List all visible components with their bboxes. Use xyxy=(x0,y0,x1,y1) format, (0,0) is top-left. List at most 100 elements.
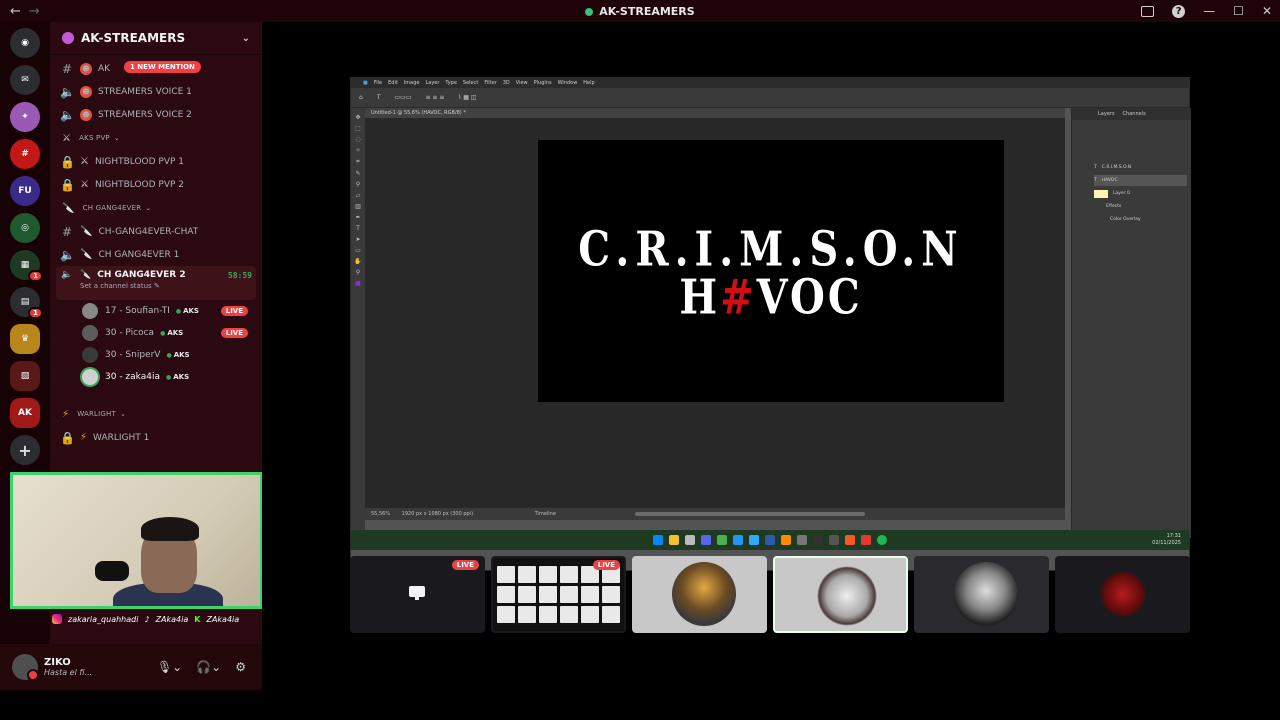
lock-icon: 🔒 xyxy=(60,154,75,169)
microphone-icon xyxy=(95,561,129,581)
discord-home-icon[interactable]: ◉ xyxy=(10,28,40,58)
category-aks-pvp[interactable]: ⚔ AKS PVP ⌄ xyxy=(56,126,256,150)
channel-status[interactable]: Set a channel status ✎ xyxy=(80,282,252,290)
new-mention-badge[interactable]: 1 NEW MENTION xyxy=(124,61,201,73)
server-dot-icon xyxy=(585,7,594,16)
logo-line-2: H#VOC xyxy=(538,269,1004,325)
back-arrow-icon[interactable]: ← xyxy=(10,4,21,19)
color-swatch-icon: ■ xyxy=(355,280,361,287)
voice-user[interactable]: 30 - Picoca AKS LIVE xyxy=(56,322,256,344)
ps-menubar: ■ File Edit Image Layer Type Select Filt… xyxy=(351,78,1189,88)
hand-tool-icon: ✋ xyxy=(354,258,362,265)
thumb-cell xyxy=(497,566,515,583)
ps-menu-item: 3D xyxy=(502,80,510,86)
server-icon-ch[interactable]: # xyxy=(10,139,40,169)
active-voice-channel[interactable]: 🔈 🔪 CH GANG4EVER 2 58:59 Set a channel s… xyxy=(56,266,256,300)
text-tool-icon: T xyxy=(356,225,360,232)
server-icon-fucl[interactable]: FU xyxy=(10,176,40,206)
direct-messages-icon[interactable]: ✉ xyxy=(10,65,40,95)
voice-channel-nightblood-1[interactable]: 🔒 ⚔ NIGHTBLOOD PVP 1 xyxy=(56,150,256,173)
ps-logo-icon: ■ xyxy=(363,80,368,86)
participant-tile[interactable] xyxy=(632,556,767,633)
avatar xyxy=(1100,571,1146,617)
channel-status-text: Set a channel status xyxy=(80,282,152,290)
user-custom-status: Hasta el fi... xyxy=(44,668,93,677)
thumb-cell xyxy=(560,586,578,603)
ps-canvas: C.R.I.M.S.O.N H#VOC xyxy=(538,140,1004,402)
microphone-icon[interactable]: 🎙⌄ xyxy=(157,660,182,674)
forward-arrow-icon[interactable]: → xyxy=(29,4,40,19)
server-icon-purple[interactable]: ✦ xyxy=(10,102,40,132)
thumb-cell xyxy=(518,606,536,623)
server-icon-folder-3[interactable]: ▧ xyxy=(10,361,40,391)
voice-user[interactable]: 30 - zaka4ia AKS xyxy=(56,366,256,388)
ps-zoom-level: 55,56% xyxy=(371,511,391,517)
avatar[interactable] xyxy=(12,654,39,681)
server-icon-folder[interactable]: ▦ 1 xyxy=(10,250,43,282)
ps-layer: Layer 0 xyxy=(1094,188,1187,199)
ps-layer-name: C.R.I.M.S.O.N xyxy=(1101,165,1132,170)
headphones-icon[interactable]: 🎧⌄ xyxy=(196,660,221,674)
voice-user[interactable]: 17 - Soufian-TI AKS LIVE xyxy=(56,300,256,322)
user-tag: AKS xyxy=(176,307,199,315)
ps-doc-info: 1920 px x 1080 px (300 ppi) xyxy=(401,511,474,517)
user-name: 30 - Picoca xyxy=(105,328,155,338)
server-icon-green[interactable]: ◎ xyxy=(10,213,40,243)
server-icon-gold[interactable]: ♛ xyxy=(10,324,40,354)
voice-channel-nightblood-2[interactable]: 🔒 ⚔ NIGHTBLOOD PVP 2 xyxy=(56,173,256,196)
ps-menu-item: Help xyxy=(583,80,595,86)
voice-channel-gang-1[interactable]: 🔈 🔪 CH GANG4EVER 1 xyxy=(56,243,256,266)
clock-date: 02/11/2025 xyxy=(1152,540,1181,546)
voice-channel-warlight-1[interactable]: 🔒 ⚡ WARLIGHT 1 xyxy=(56,426,256,449)
knife-icon: 🔪 xyxy=(80,249,93,260)
participant-tile[interactable] xyxy=(1055,556,1190,633)
server-icon-ak[interactable]: AK xyxy=(10,398,40,428)
knife-icon: 🔪 xyxy=(80,226,93,237)
knife-icon: 🔪 xyxy=(62,202,75,214)
lock-icon: 🔒 xyxy=(60,430,75,445)
voice-user[interactable]: 30 - SniperV AKS xyxy=(56,344,256,366)
voice-channel-streamers-1[interactable]: 🔈 ☻ STREAMERS VOICE 1 xyxy=(56,80,256,103)
participant-tile[interactable]: LIVE xyxy=(350,556,485,633)
emoji-icon: ☻ xyxy=(80,108,92,121)
thumb-cell xyxy=(539,566,557,583)
text-channel-gang-chat[interactable]: # 🔪 CH-GANG4EVER-CHAT xyxy=(56,220,256,243)
avatar xyxy=(82,303,98,319)
category-warlight[interactable]: ⚡ WARLIGHT ⌄ xyxy=(56,402,256,426)
ps-menu-item: Window xyxy=(557,80,578,86)
brush-tool-icon: ✎ xyxy=(355,170,361,177)
chevron-down-icon[interactable]: ⌄ xyxy=(242,33,250,44)
voice-channel-streamers-2[interactable]: 🔈 ☻ STREAMERS VOICE 2 xyxy=(56,103,256,126)
inbox-icon[interactable] xyxy=(1141,5,1155,17)
thumb-cell xyxy=(602,606,620,623)
help-icon[interactable]: ? xyxy=(1172,4,1186,18)
participant-tile[interactable] xyxy=(914,556,1049,633)
layer-thumbnail xyxy=(1094,189,1108,198)
marquee-tool-icon: ⬚ xyxy=(355,125,361,132)
server-icon-folder-2[interactable]: ▤ 1 xyxy=(10,287,43,319)
category-ch-gang4ever[interactable]: 🔪 CH GANG4EVER ⌄ xyxy=(56,196,256,220)
ps-status-bar: 55,56% 1920 px x 1080 px (300 ppi) Timel… xyxy=(365,508,1065,520)
ps-menu-item: View xyxy=(515,80,528,86)
notification-badge: 1 xyxy=(28,270,43,282)
minimize-icon[interactable]: — xyxy=(1203,4,1215,18)
speaker-icon: 🔈 xyxy=(61,270,73,280)
server-header[interactable]: AK-STREAMERS ⌄ xyxy=(50,22,262,55)
participant-tile-selected[interactable] xyxy=(773,556,908,633)
app-icon xyxy=(861,535,871,545)
ps-menu-item: Select xyxy=(462,80,479,86)
close-icon[interactable]: ✕ xyxy=(1262,4,1272,18)
ps-layer-name: HAVOC xyxy=(1101,178,1118,183)
avatar xyxy=(82,325,98,341)
speaker-icon: 🔈 xyxy=(60,84,75,99)
knife-icon: 🔪 xyxy=(80,270,92,280)
participant-tile[interactable]: LIVE xyxy=(491,556,626,633)
add-server-icon[interactable]: + xyxy=(10,435,40,465)
gear-icon[interactable]: ⚙ xyxy=(235,660,246,674)
ps-layer-name: Color Overlay xyxy=(1110,217,1141,222)
store-icon xyxy=(685,535,695,545)
maximize-icon[interactable]: ☐ xyxy=(1233,4,1244,18)
brave-icon xyxy=(845,535,855,545)
text-channel-ak[interactable]: # ☻ AK 1 NEW MENTION xyxy=(56,57,256,80)
screen-share-stream[interactable]: ■ File Edit Image Layer Type Select Filt… xyxy=(350,77,1191,571)
